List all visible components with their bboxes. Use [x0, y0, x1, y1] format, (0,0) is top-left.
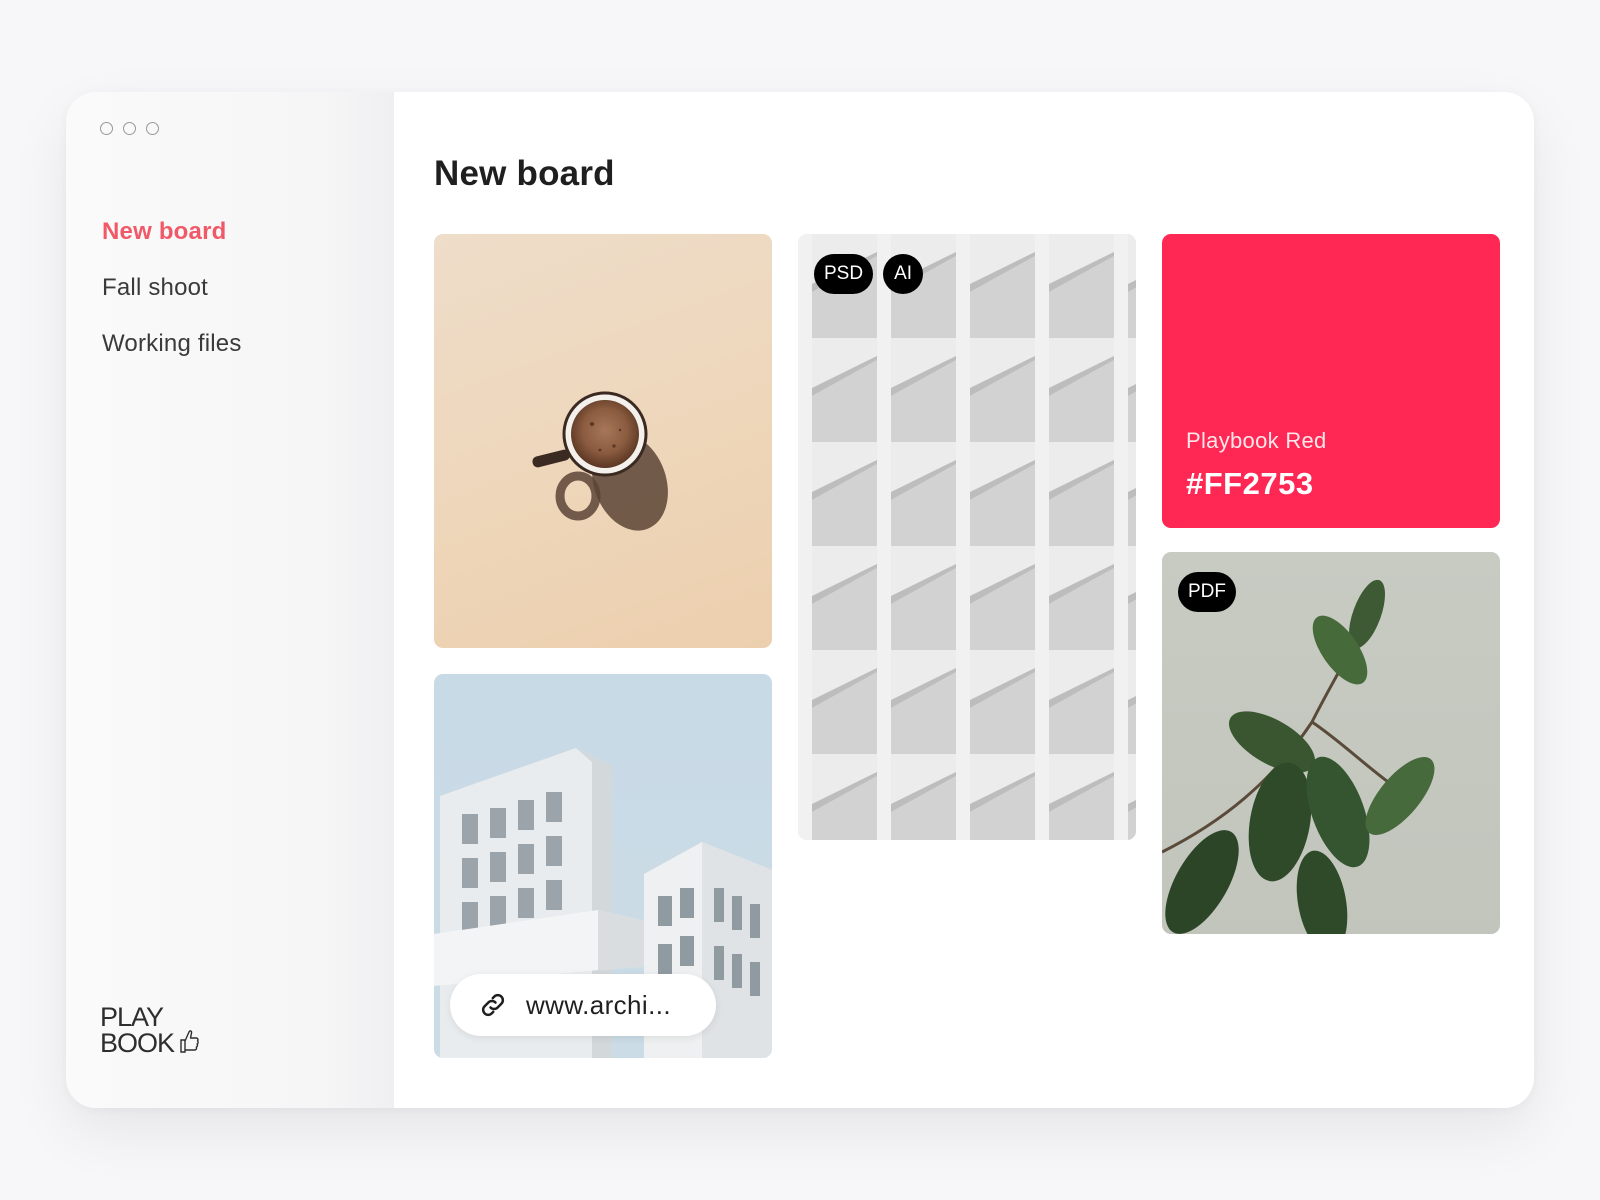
color-swatch-card[interactable]: Playbook Red #FF2753 [1162, 234, 1500, 528]
link-text: www.archi... [526, 989, 671, 1020]
board-main: New board www.archi... PSD AI Playbook R… [394, 92, 1534, 1108]
sidebar-nav: New board Fall shoot Working files [102, 204, 242, 372]
link-preview-pill[interactable]: www.archi... [450, 974, 716, 1036]
logo-line-1: PLAY [100, 1002, 164, 1032]
coffee-cup-illustration [532, 391, 668, 531]
file-type-badges: PSD AI [814, 254, 924, 294]
coffee-photo-card[interactable] [434, 234, 772, 648]
psd-badge: PSD [814, 254, 874, 294]
sidebar-item-fall-shoot[interactable]: Fall shoot [102, 260, 242, 316]
facade-illustration [798, 234, 1136, 840]
zoom-window-button[interactable] [146, 122, 159, 135]
thumbs-up-icon [180, 1030, 199, 1053]
file-type-badges: PDF [1178, 572, 1236, 612]
building-link-card[interactable]: www.archi... [434, 674, 772, 1058]
logo-line-2: BOOK [100, 1028, 175, 1058]
facade-file-card[interactable]: PSD AI [798, 234, 1136, 840]
ai-badge: AI [883, 254, 924, 294]
link-icon [481, 993, 505, 1017]
pdf-badge: PDF [1178, 572, 1236, 612]
close-window-button[interactable] [100, 122, 113, 135]
color-name: Playbook Red [1186, 428, 1327, 453]
minimize-window-button[interactable] [123, 122, 136, 135]
sidebar-item-working-files[interactable]: Working files [102, 316, 242, 372]
app-window: New board Fall shoot Working files PLAY … [66, 92, 1534, 1108]
window-controls [100, 122, 159, 135]
sidebar-item-new-board[interactable]: New board [102, 204, 242, 260]
playbook-logo: PLAY BOOK [100, 1002, 200, 1058]
logo-text: PLAY BOOK [100, 1002, 175, 1058]
color-hex-value: #FF2753 [1186, 466, 1314, 501]
plant-file-card[interactable]: PDF [1162, 552, 1500, 934]
page-title: New board [434, 154, 615, 193]
sidebar: New board Fall shoot Working files PLAY … [66, 92, 394, 1108]
